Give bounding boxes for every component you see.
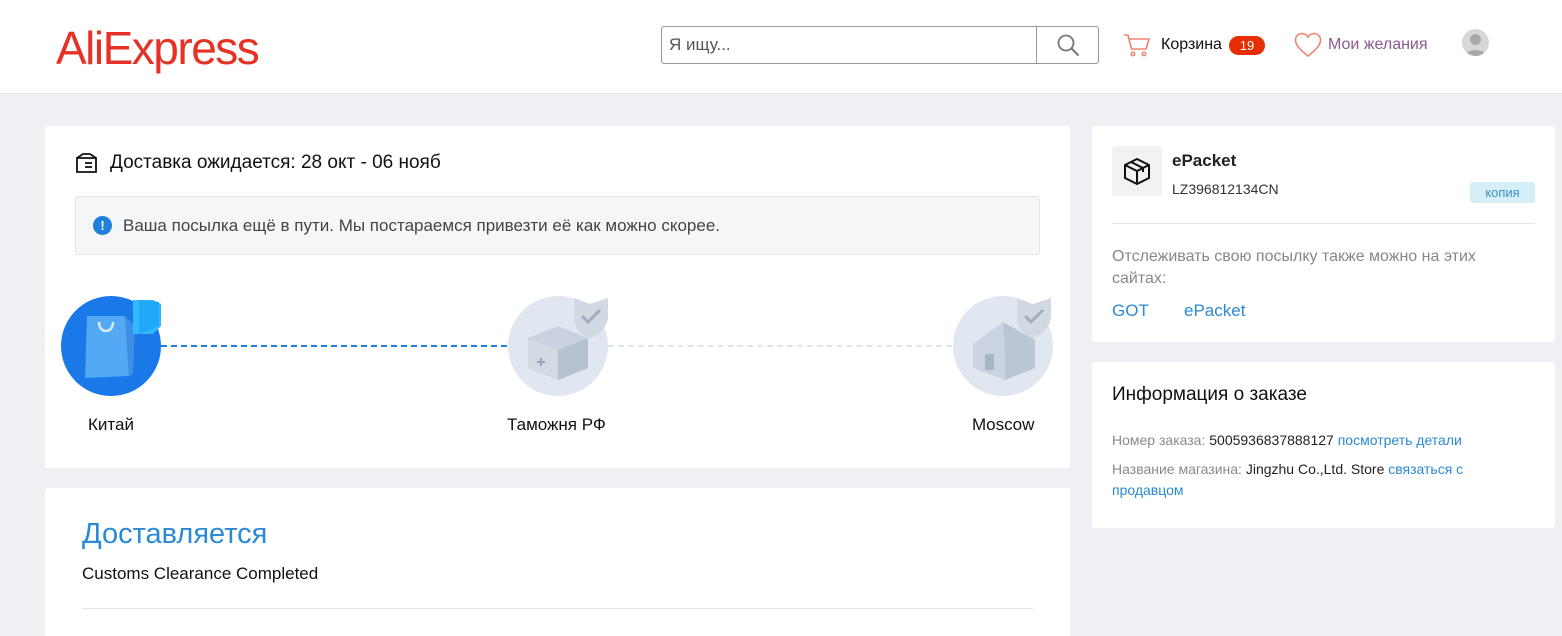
stage-destination xyxy=(953,296,1053,396)
stage-customs xyxy=(508,296,608,396)
carrier-name: ePacket xyxy=(1172,151,1237,170)
status-title: Доставляется xyxy=(82,518,268,550)
cart-button[interactable]: Корзина 19 xyxy=(1123,30,1265,60)
wishlist-button[interactable]: Мои желания xyxy=(1294,30,1428,60)
copy-button[interactable]: копия xyxy=(1470,182,1535,203)
status-description: Customs Clearance Completed xyxy=(82,564,319,583)
store-name-value: Jingzhu Co.,Ltd. Store xyxy=(1245,461,1385,477)
stage-china xyxy=(61,296,161,396)
stage-label-china: Китай xyxy=(88,415,134,434)
user-avatar[interactable] xyxy=(1462,29,1489,56)
view-details-link[interactable]: посмотреть детали xyxy=(1338,432,1462,448)
delivery-card: Доставка ожидается: 28 окт - 06 нояб ! В… xyxy=(45,126,1070,468)
stage-label-customs: Таможня РФ xyxy=(507,415,606,434)
eta-text: Доставка ожидается: 28 окт - 06 нояб xyxy=(110,152,441,173)
progress-line-completed xyxy=(161,345,507,347)
search-icon xyxy=(1057,34,1079,56)
progress-line-pending xyxy=(608,345,952,347)
info-icon: ! xyxy=(93,216,112,235)
order-number-row: Номер заказа: 5005936837888127 посмотрет… xyxy=(1112,430,1532,451)
customs-package-icon xyxy=(528,298,608,380)
tracking-card: ePacket LZ396812134CN копия Отслеживать … xyxy=(1092,126,1555,342)
stage-label-destination: Moscow xyxy=(972,415,1035,434)
order-info-title: Информация о заказе xyxy=(1112,384,1307,405)
cart-label: Корзина xyxy=(1161,36,1222,53)
search-bar xyxy=(661,26,1099,64)
delivery-box-icon xyxy=(76,152,97,173)
package-icon-box xyxy=(1112,146,1162,196)
search-input[interactable] xyxy=(662,27,1036,63)
cart-icon xyxy=(1124,34,1150,57)
divider xyxy=(1112,223,1535,224)
store-name-row: Название магазина: Jingzhu Co.,Ltd. Stor… xyxy=(1112,459,1532,501)
store-name-label: Название магазина: xyxy=(1112,461,1242,477)
aliexpress-logo[interactable]: AliExpress xyxy=(56,22,260,74)
search-button[interactable] xyxy=(1036,27,1098,63)
tracking-note: Отслеживать свою посылку также можно на … xyxy=(1112,248,1476,287)
user-icon xyxy=(1465,34,1486,56)
cart-count-badge: 19 xyxy=(1228,35,1265,55)
heart-icon xyxy=(1294,32,1322,58)
tracking-number: LZ396812134CN xyxy=(1172,181,1279,197)
top-header: AliExpress Корзина 19 Мои желания xyxy=(0,0,1562,94)
tracking-link-epacket[interactable]: ePacket xyxy=(1184,301,1245,321)
tracking-link-got[interactable]: GOT xyxy=(1112,301,1149,321)
order-number-label: Номер заказа: xyxy=(1112,432,1206,448)
notice-text: Ваша посылка ещё в пути. Мы постараемся … xyxy=(123,215,720,235)
info-notice: ! Ваша посылка ещё в пути. Мы постараемс… xyxy=(75,196,1040,255)
eta-row: Доставка ожидается: 28 окт - 06 нояб xyxy=(75,152,441,174)
house-icon xyxy=(973,298,1051,380)
delivery-status-card: Доставляется Customs Clearance Completed xyxy=(45,488,1070,636)
package-icon xyxy=(1124,158,1150,185)
wishlist-label: Мои желания xyxy=(1328,36,1428,53)
order-number-value: 5005936837888127 xyxy=(1209,432,1334,448)
divider xyxy=(82,608,1033,609)
shopping-bag-icon xyxy=(85,300,161,378)
order-info-card: Информация о заказе Номер заказа: 500593… xyxy=(1092,362,1555,528)
